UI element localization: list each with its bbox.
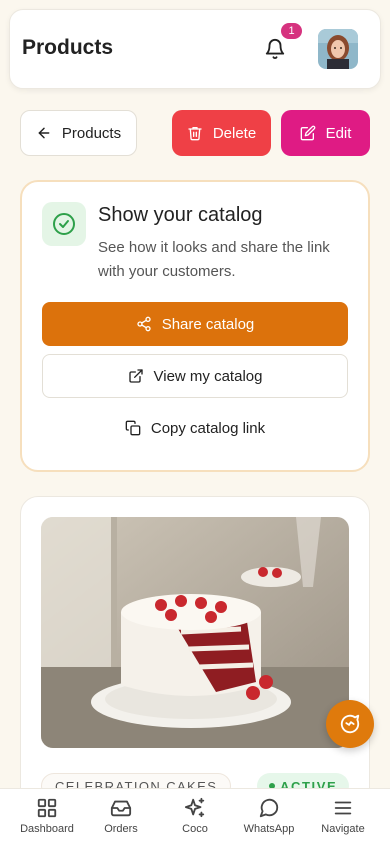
nav-item-whatsapp[interactable]: WhatsApp xyxy=(232,797,306,835)
inbox-icon xyxy=(110,800,132,817)
check-icon-box xyxy=(42,202,86,246)
nav-item-coco[interactable]: Coco xyxy=(158,797,232,835)
arrow-left-icon xyxy=(38,127,50,139)
copy-catalog-link-button[interactable]: Copy catalog link xyxy=(42,406,348,450)
view-catalog-label: View my catalog xyxy=(153,367,263,385)
trash-icon xyxy=(188,127,202,141)
grid-icon xyxy=(37,798,57,818)
delete-button-label: Delete xyxy=(212,124,257,142)
nav-item-navigate[interactable]: Navigate xyxy=(306,797,380,835)
share-icon xyxy=(137,316,151,332)
catalog-title: Show your catalog xyxy=(98,204,263,226)
external-link-icon xyxy=(128,369,143,383)
menu-icon xyxy=(334,801,352,815)
product-image xyxy=(41,517,349,748)
copy-catalog-label: Copy catalog link xyxy=(150,419,266,437)
chat-icon xyxy=(259,798,279,818)
support-chat-button[interactable] xyxy=(326,700,374,748)
edit-icon xyxy=(300,125,315,141)
edit-button[interactable]: Edit xyxy=(281,110,370,156)
bell-icon[interactable] xyxy=(264,38,286,60)
back-button-label: Products xyxy=(61,124,122,142)
check-circle-icon xyxy=(53,213,75,235)
share-catalog-label: Share catalog xyxy=(161,315,255,333)
copy-icon xyxy=(125,420,141,436)
edit-button-label: Edit xyxy=(325,124,352,142)
back-button[interactable]: Products xyxy=(20,110,137,156)
delete-button[interactable]: Delete xyxy=(172,110,271,156)
bottom-nav: Dashboard Orders Coco WhatsApp Navigate xyxy=(0,788,390,844)
nav-item-orders[interactable]: Orders xyxy=(84,797,158,835)
notification-badge: 1 xyxy=(281,23,302,39)
nav-item-dashboard[interactable]: Dashboard xyxy=(10,797,84,835)
product-card[interactable]: CELEBRATION CAKES ACTIVE xyxy=(20,496,370,826)
chat-bubble-icon xyxy=(340,714,360,734)
nav-label-orders: Orders xyxy=(104,823,138,835)
view-catalog-button[interactable]: View my catalog xyxy=(42,354,348,398)
nav-label-dashboard: Dashboard xyxy=(20,823,74,835)
share-catalog-button[interactable]: Share catalog xyxy=(42,302,348,346)
avatar[interactable] xyxy=(318,29,358,69)
catalog-card: Show your catalog See how it looks and s… xyxy=(20,180,370,472)
sparkle-icon xyxy=(184,797,205,818)
nav-label-whatsapp: WhatsApp xyxy=(243,823,295,835)
nav-label-navigate: Navigate xyxy=(321,823,365,835)
page-title: Products xyxy=(22,36,114,59)
nav-label-coco: Coco xyxy=(182,823,208,835)
app-header: Products 1 xyxy=(9,9,381,89)
catalog-description: See how it looks and share the link with… xyxy=(98,239,330,280)
